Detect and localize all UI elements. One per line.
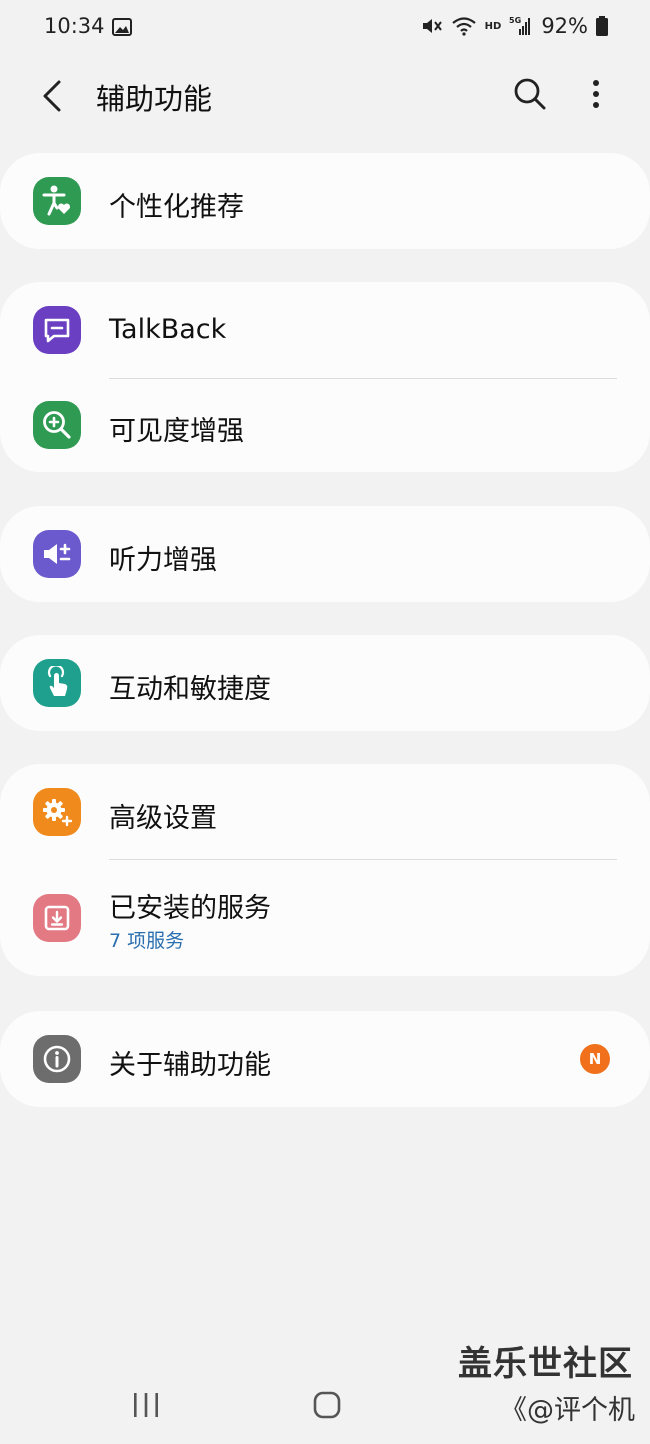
svg-text:5G: 5G bbox=[509, 16, 521, 25]
list-item-label: 已安装的服务 bbox=[109, 893, 271, 924]
settings-card: 听力增强 bbox=[0, 506, 650, 602]
back-button[interactable] bbox=[30, 74, 74, 118]
settings-card: 关于辅助功能 N bbox=[0, 1011, 650, 1107]
home-button[interactable] bbox=[312, 1390, 342, 1420]
new-badge: N bbox=[580, 1044, 610, 1074]
chevron-left-icon bbox=[43, 80, 61, 112]
settings-card: TalkBack 可见度增强 bbox=[0, 282, 650, 472]
list-item-label: 互动和敏捷度 bbox=[109, 674, 271, 705]
list-item-advanced[interactable]: 高级设置 bbox=[0, 764, 650, 860]
download-icon bbox=[33, 894, 81, 942]
mute-icon bbox=[421, 16, 443, 36]
list-item-personalized[interactable]: 个性化推荐 bbox=[0, 153, 650, 249]
hd-label: HD bbox=[484, 20, 502, 32]
status-time: 10:34 bbox=[44, 14, 105, 38]
touch-hand-icon bbox=[33, 659, 81, 707]
search-icon bbox=[514, 78, 546, 110]
gallery-notification-icon bbox=[112, 17, 132, 36]
more-vertical-icon bbox=[593, 80, 599, 108]
status-icons: HD 5G 92% bbox=[421, 14, 608, 38]
status-bar: 10:34 HD 5G 92% bbox=[0, 0, 650, 56]
signal-icon: 5G bbox=[509, 15, 531, 37]
info-icon bbox=[33, 1035, 81, 1083]
speaker-plus-icon bbox=[33, 530, 81, 578]
list-item-label: 个性化推荐 bbox=[109, 192, 244, 223]
search-button[interactable] bbox=[508, 72, 552, 116]
navigation-bar bbox=[0, 1366, 650, 1444]
list-item-talkback[interactable]: TalkBack bbox=[0, 282, 650, 378]
accessibility-heart-icon bbox=[33, 177, 81, 225]
list-item-interaction[interactable]: 互动和敏捷度 bbox=[0, 635, 650, 731]
zoom-in-icon bbox=[33, 401, 81, 449]
wifi-icon bbox=[451, 16, 477, 36]
list-item-label: 高级设置 bbox=[109, 803, 217, 834]
recents-icon bbox=[134, 1393, 158, 1417]
recents-button[interactable] bbox=[130, 1392, 162, 1418]
list-item-visibility[interactable]: 可见度增强 bbox=[0, 379, 650, 472]
chat-bubble-icon bbox=[33, 306, 81, 354]
list-item-label: TalkBack bbox=[109, 314, 227, 345]
page-title: 辅助功能 bbox=[96, 82, 213, 116]
gear-plus-icon bbox=[33, 788, 81, 836]
settings-card: 互动和敏捷度 bbox=[0, 635, 650, 731]
list-item-label: 关于辅助功能 bbox=[109, 1050, 271, 1081]
list-item-label: 听力增强 bbox=[109, 545, 217, 576]
settings-card: 高级设置 已安装的服务 7 项服务 bbox=[0, 764, 650, 976]
list-item-hearing[interactable]: 听力增强 bbox=[0, 506, 650, 602]
home-icon bbox=[313, 1391, 341, 1419]
battery-icon bbox=[596, 16, 608, 36]
list-item-installed-services[interactable]: 已安装的服务 7 项服务 bbox=[0, 860, 650, 976]
list-item-label: 可见度增强 bbox=[109, 416, 244, 447]
list-item-sublabel: 7 项服务 bbox=[109, 930, 185, 952]
more-options-button[interactable] bbox=[574, 72, 618, 116]
settings-card: 个性化推荐 bbox=[0, 153, 650, 249]
battery-percent: 92% bbox=[541, 14, 588, 38]
list-item-about[interactable]: 关于辅助功能 N bbox=[0, 1011, 650, 1107]
app-header: 辅助功能 bbox=[0, 56, 650, 134]
